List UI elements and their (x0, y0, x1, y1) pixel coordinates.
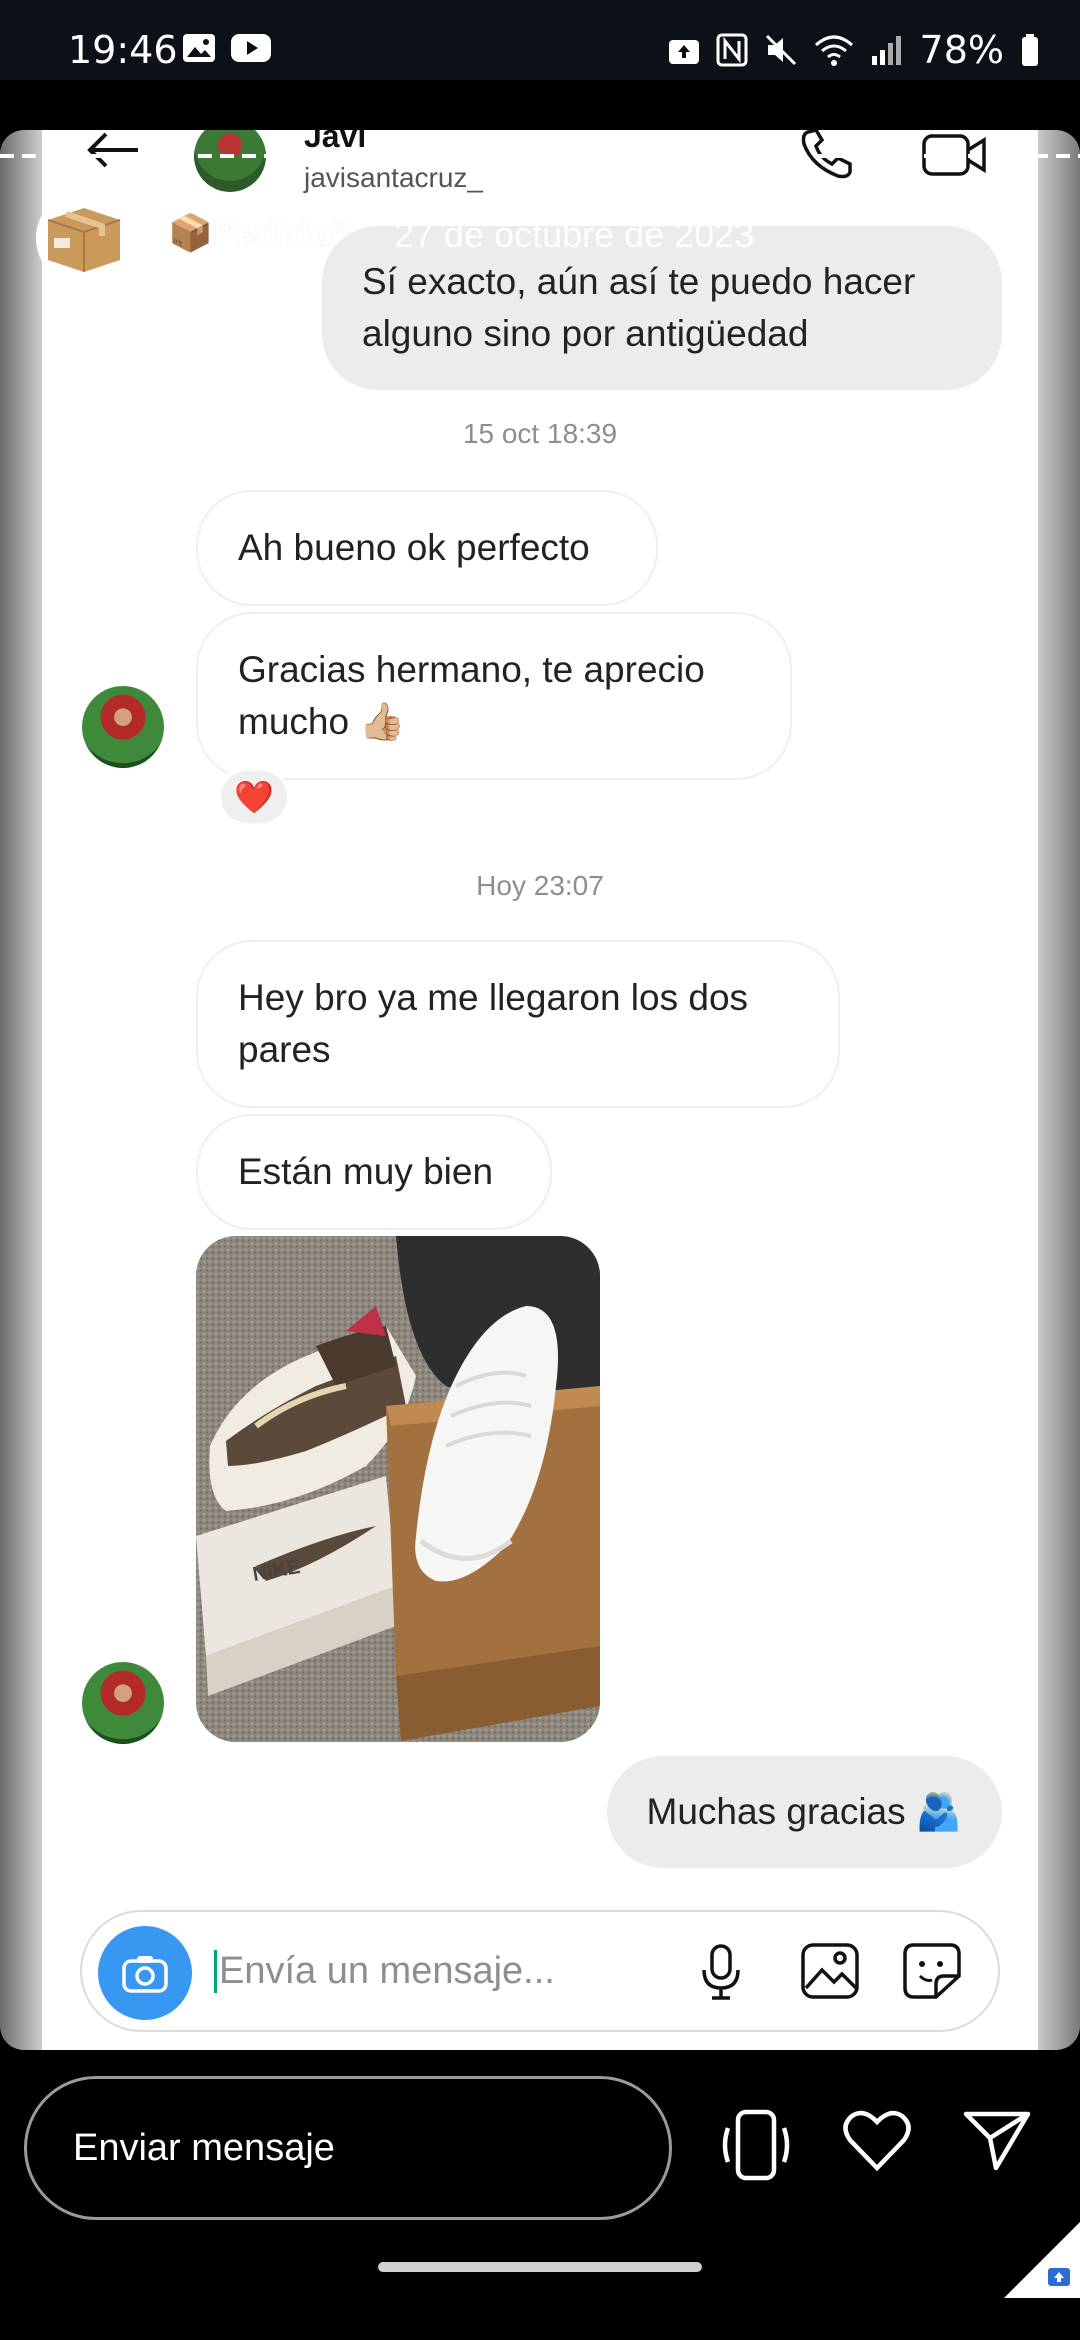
story-reply-bar: Enviar mensaje (0, 2050, 1080, 2340)
page-curl-icon (1004, 2222, 1080, 2298)
upload-icon (668, 40, 699, 64)
shoes-photo[interactable]: NIKE (196, 1236, 600, 1742)
message-composer[interactable]: Envía un mensaje... (80, 1910, 1000, 2032)
reply-input[interactable]: Enviar mensaje (24, 2076, 672, 2220)
sticker-icon[interactable] (902, 1942, 962, 2000)
story-progress-bar (0, 154, 1080, 158)
message-outgoing[interactable]: Muchas gracias 🫂 (606, 1756, 1002, 1868)
message-input[interactable]: Envía un mensaje... (214, 1950, 555, 1993)
shoes-image: NIKE (196, 1236, 600, 1742)
message-incoming[interactable]: Están muy bien (196, 1114, 552, 1230)
heart-like-icon[interactable] (842, 2108, 912, 2172)
status-time: 19:46 (68, 28, 178, 72)
more-options-icon[interactable] (1010, 210, 1020, 260)
story-panel[interactable]: Javi javisantacruz_ Sí exacto, aún así t… (0, 130, 1080, 2050)
heart-icon: ❤️ (234, 779, 274, 815)
microphone-icon[interactable] (698, 1942, 744, 2002)
status-bar: 19:46 78% (0, 0, 1080, 80)
wifi-icon (814, 35, 853, 66)
send-icon[interactable] (962, 2108, 1032, 2172)
story-date: 27 de octubre de 2023 (394, 214, 755, 255)
story-title: 📦Pedido² (168, 212, 345, 253)
date-separator: Hoy 23:07 (476, 870, 604, 901)
heart-reaction[interactable]: ❤️ (218, 768, 290, 826)
phone-rotate-icon[interactable] (718, 2108, 794, 2182)
date-separator: 15 oct 18:39 (462, 418, 618, 449)
mute-icon (765, 34, 796, 66)
signal-icon (871, 36, 901, 65)
gallery-image-icon[interactable] (800, 1942, 860, 2000)
home-indicator[interactable] (378, 2262, 702, 2272)
message-incoming[interactable]: Hey bro ya me llegaron los dos pares (196, 940, 840, 1108)
camera-icon (122, 1956, 168, 1993)
chat-screenshot: Javi javisantacruz_ Sí exacto, aún así t… (42, 130, 1038, 2050)
story-avatar[interactable] (36, 190, 132, 286)
battery-percent: 78% (919, 28, 1004, 72)
camera-button[interactable] (98, 1926, 192, 2020)
nfc-icon (716, 33, 748, 67)
contact-avatar-small (82, 686, 164, 768)
youtube-icon (231, 34, 271, 62)
package-box-icon (47, 208, 121, 272)
gallery-icon (183, 34, 215, 62)
message-incoming[interactable]: Ah bueno ok perfecto (196, 490, 658, 606)
battery-icon (1022, 34, 1038, 66)
contact-avatar-small (82, 1662, 164, 1744)
message-incoming[interactable]: Gracias hermano, te aprecio mucho 👍🏼 (196, 612, 792, 780)
